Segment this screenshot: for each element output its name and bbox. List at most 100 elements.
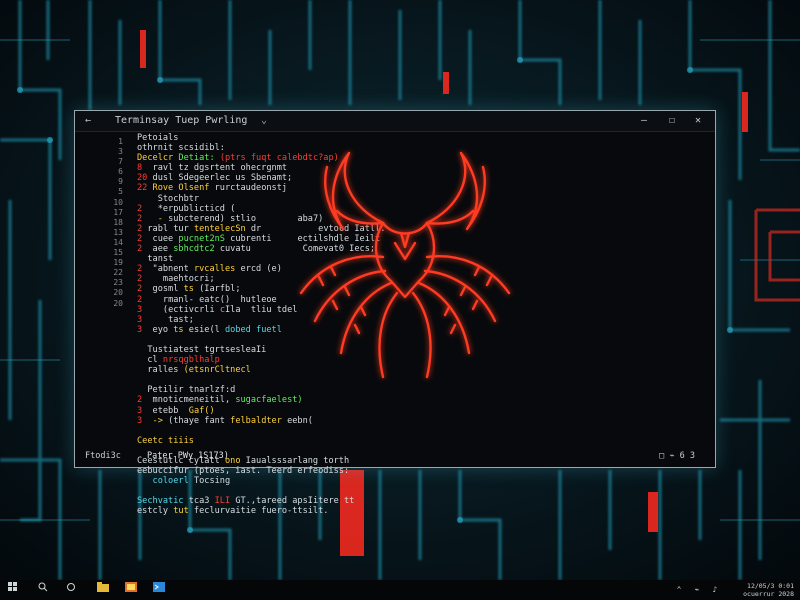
code-line: 2 "abnent rvcalles ercd (e) [137,264,697,274]
code-token: ts [183,284,200,295]
clock[interactable]: 12/05/3 0:01 ocuerrur 2028 [743,582,794,598]
task-view-icon[interactable] [60,580,82,600]
minimize-button[interactable]: — [631,111,657,131]
code-token: tareed apsIitere tt [256,496,355,507]
code-token: 2 [137,274,153,285]
code-token: sugacfaelest) [235,395,303,406]
code-line: 2 *erpublicticd ( [137,204,697,214]
code-token: tca3 [188,496,215,507]
code-token: Detiat: [178,153,220,164]
status-message: Pater PWy 1S173) [147,451,229,461]
code-token: ravl tz dgsrtent ohecrgnmt [152,163,288,174]
code-token: - [157,213,169,224]
code-token: 8 [137,163,153,174]
chevron-down-icon[interactable]: ⌄ [261,111,267,131]
code-line: 3 eyo ts esie(l dobed fuetl [137,325,697,335]
code-token: 3 [137,405,153,416]
photos-icon[interactable] [120,580,142,600]
code-token: cuee [152,233,179,244]
start-icon[interactable] [2,580,24,600]
code-token: 3 [137,304,153,315]
maximize-button[interactable]: ☐ [659,111,685,131]
code-token: GT., [235,496,257,507]
code-line: ralles (etsnrCltnecl [137,365,697,375]
status-bar: Ftodi3c Pater PWy 1S173) □ ⌁ 6 3 [75,445,715,467]
code-token: aee [152,244,174,255]
line-number: 20 [113,288,123,298]
code-token: 20 [137,173,153,184]
code-token: ILI [214,496,236,507]
code-token: rurctaudeonstj [214,183,288,194]
line-number: 6 [118,167,123,177]
window-title: Terminsay Tuep Pwrling [115,115,248,126]
code-token: ercd (e) [240,264,282,275]
code-token: dobed fuetl [224,324,282,335]
code-token: othrnit scsidibl: [137,143,225,154]
code-token: coloerl [152,476,194,487]
code-token: etebb [152,405,179,416]
code-token: 2 [137,244,153,255]
terminal-app-icon[interactable] [148,580,170,600]
code-line: othrnit scsidibl: [137,143,697,153]
title-bar: ← Terminsay Tuep Pwrling ⌄ — ☐ ✕ [75,111,715,132]
code-token: Tocsing [193,476,231,487]
code-line: 2 - subcterend) stlio aba7) [137,214,697,224]
terminal-window: ← Terminsay Tuep Pwrling ⌄ — ☐ ✕ 1376951… [74,110,716,516]
code-token: ectilshdle Ieilt [297,233,381,244]
code-line: Stochbtr [137,194,697,204]
code-token: pucnet2nS [178,233,231,244]
code-token: 2 [137,395,153,406]
code-line: 2 aee sbhcdtc2 cuvatu Comevat0 Iecs; [137,244,697,254]
line-number: 13 [113,227,123,237]
code-token: fuero-ttsilt. [261,506,329,517]
code-token: Gaf() [188,405,215,416]
code-token: maehtocri; [162,274,215,285]
code-line: cl nrsqgblhalp [137,355,697,365]
line-number: 9 [118,177,123,187]
search-icon[interactable] [32,580,54,600]
code-token: tliu tdel [250,304,298,315]
line-number: 20 [113,298,123,308]
code-token: felbaldter [230,415,288,426]
line-number: 15 [113,248,123,258]
code-token: ts [173,324,189,335]
code-token: tnarlzf:d [188,385,236,396]
code-token: evtocd Iatll. [318,223,386,234]
code-token: *erpublicticd ( [157,203,236,214]
code-line: estcly tut feclurvaitie fuero-ttsilt. [137,506,697,516]
code-line: 20 dusl Sdegeerlec us Sbenamt; [137,173,697,183]
code-line: 3 etebb Gaf() [137,406,697,416]
volume-icon[interactable]: ♪ [704,580,726,600]
code-line: tanst [137,254,697,264]
line-number-gutter: 1 3 7 6 9 5 10 17 18 13 14 15 19 22 23 20 20 [99,137,123,309]
code-token: subcterend) stlio [168,213,257,224]
line-number: 18 [113,217,123,227]
code-token: (ectivcrli [162,304,220,315]
code-line: 2 cuee pucnet2nS cubrenti ectilshdle Iei… [137,234,697,244]
close-button[interactable]: ✕ [685,111,711,131]
code-token: tanst [147,254,174,265]
code-token: estcly [137,506,174,517]
back-arrow-icon[interactable]: ← [85,111,91,131]
file-explorer-icon[interactable] [92,580,114,600]
line-number: 10 [113,197,123,207]
code-line: 22 Rove Olsenf rurctaudeonstj [137,183,697,193]
code-line: Tustiatest tgrtsesleaIi [137,345,697,355]
code-token: (ptrs fuqt calebdtc?ap) [219,153,339,164]
code-token: 2 [137,213,158,224]
line-number: 7 [118,157,123,167]
code-token: Petoials [137,133,179,143]
code-token: eyo [152,324,174,335]
status-icons[interactable]: □ ⌁ 6 3 [659,445,695,467]
code-token: (Iarfbl; [199,284,241,295]
code-token: hutleoe [240,294,277,305]
code-token: dr [250,223,262,234]
code-line: Decelcr Detiat: (ptrs fuqt calebdtc?ap) [137,153,697,163]
